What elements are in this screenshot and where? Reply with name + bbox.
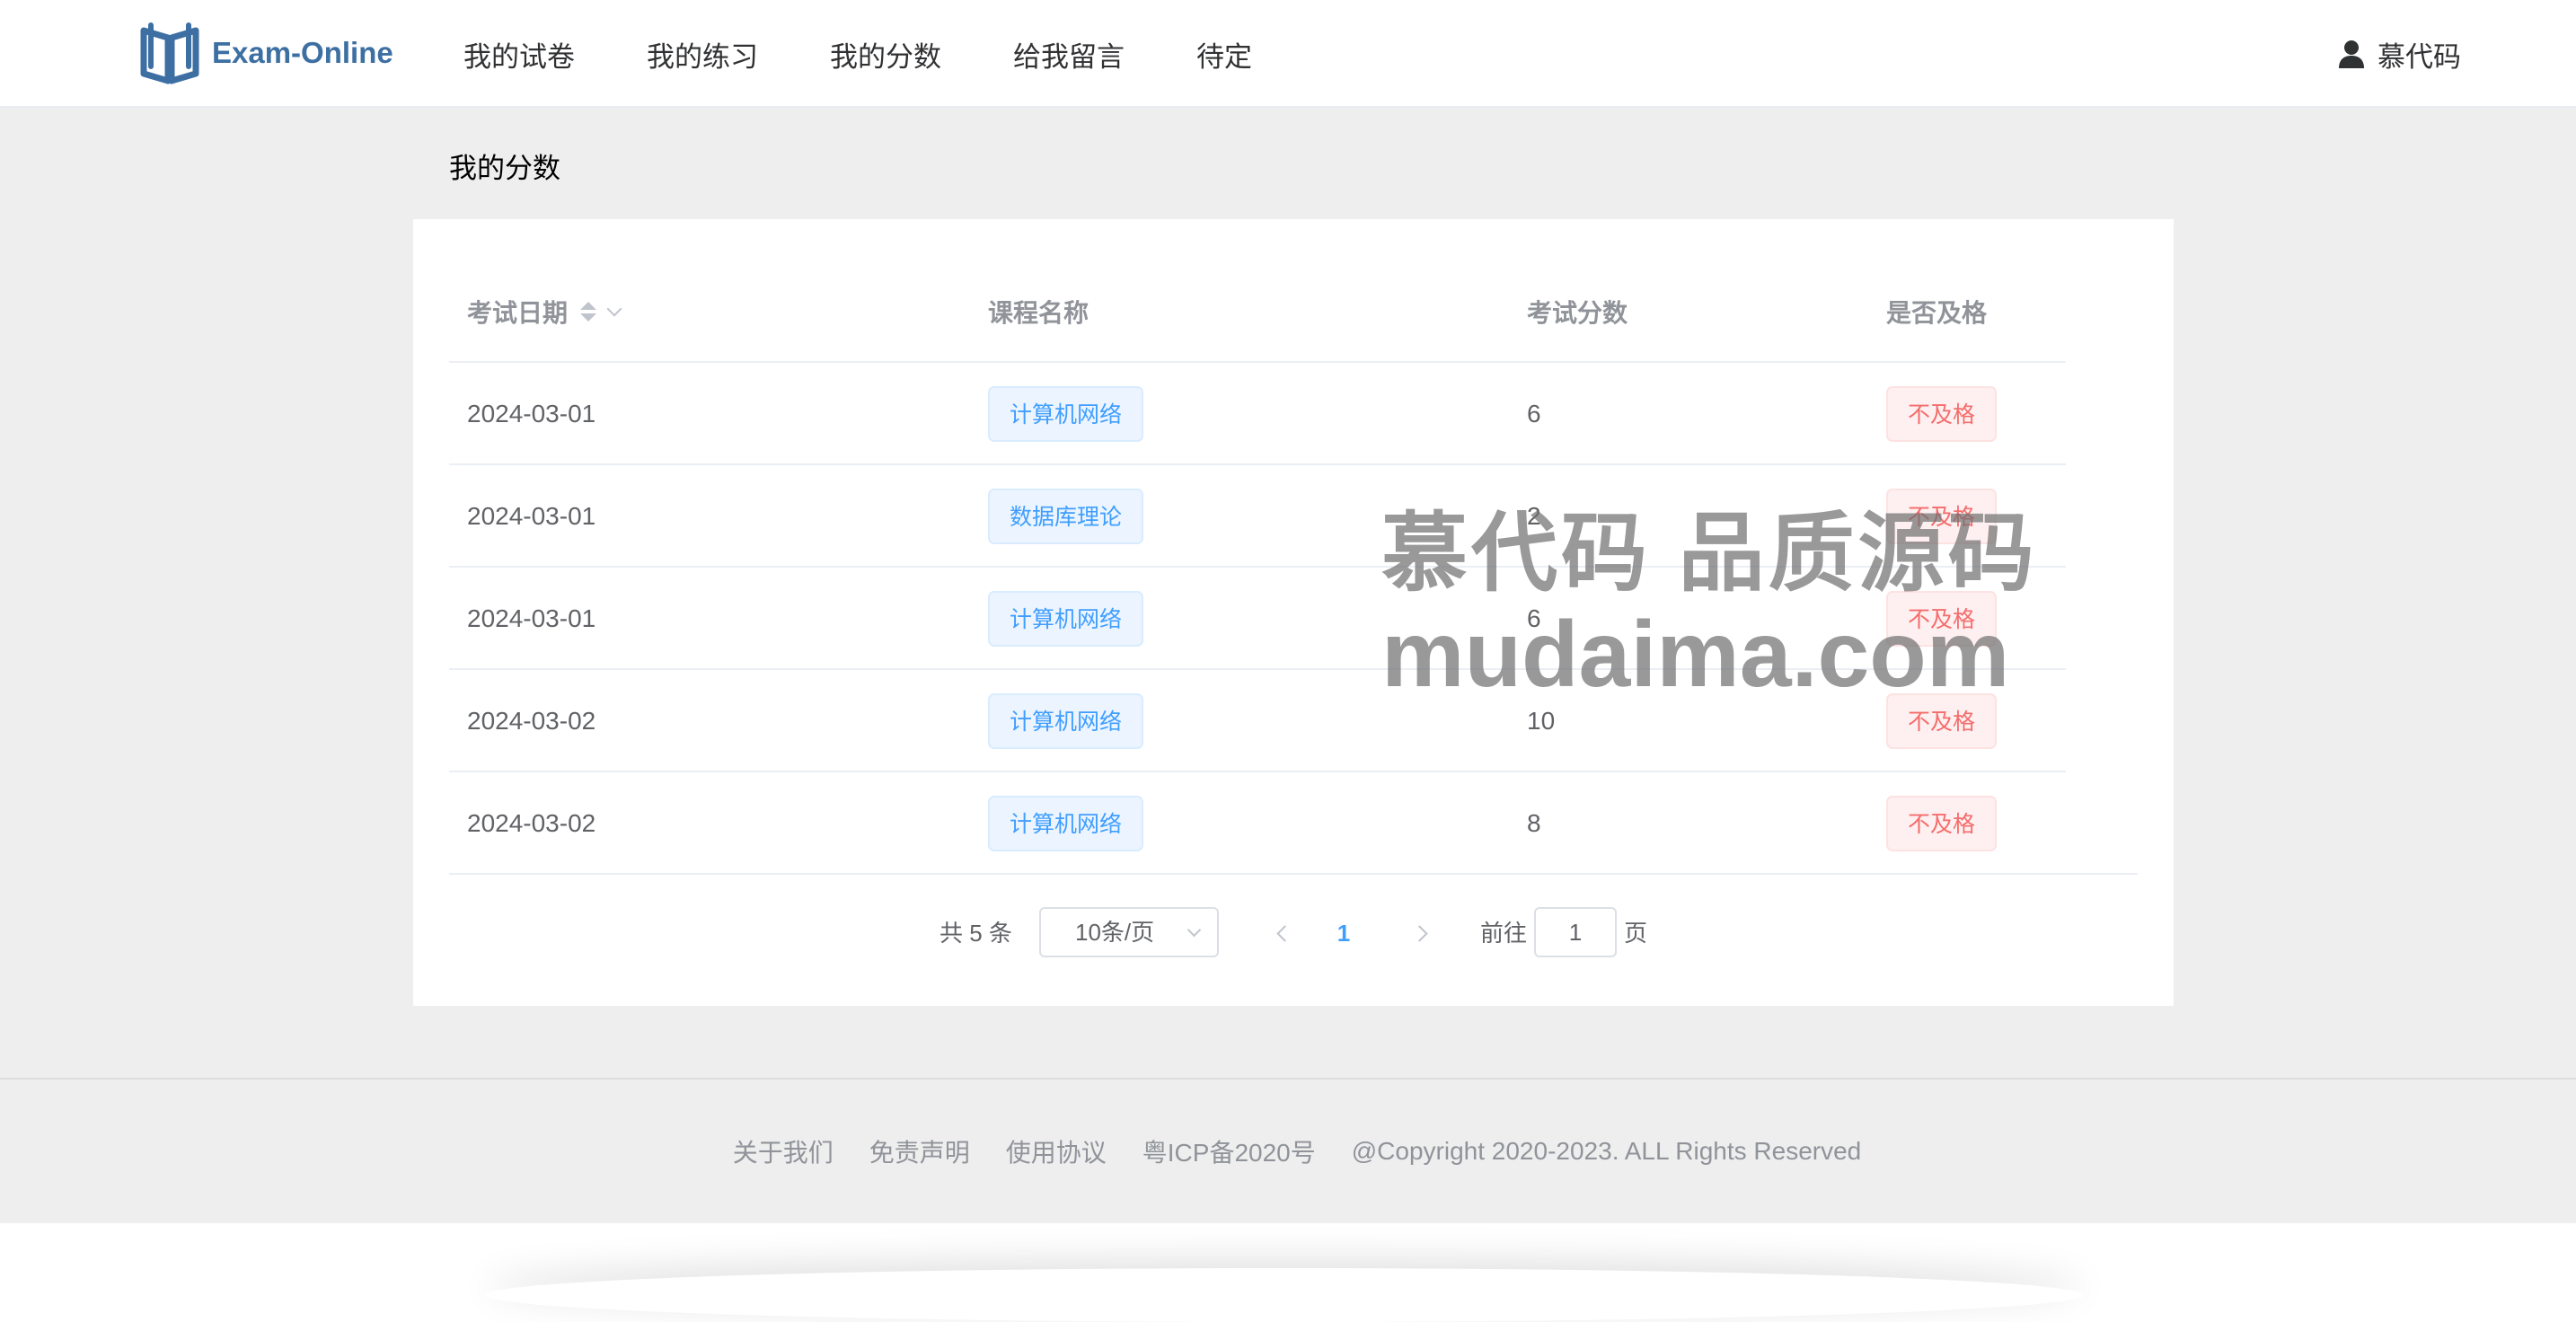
course-tag: 计算机网络 (988, 796, 1144, 851)
main-area: 我的分数 考试日期 课程名称 考试分数 是否及格 2024-03-01 计算机网… (0, 108, 2576, 1078)
footer-link-about[interactable]: 关于我们 (733, 1133, 834, 1169)
nav-item-tbd[interactable]: 待定 (1196, 34, 1252, 75)
cell-score: 8 (1527, 809, 1541, 837)
page-title: 我的分数 (449, 153, 560, 184)
header-score: 考试分数 (1527, 299, 1628, 327)
nav-item-my-practice[interactable]: 我的练习 (647, 34, 758, 75)
course-tag: 数据库理论 (988, 489, 1144, 544)
page-size-select[interactable]: 10条/页 (1039, 907, 1219, 957)
course-tag: 计算机网络 (988, 386, 1144, 442)
footer-links: 关于我们 免责声明 使用协议 粤ICP备2020号 @Copyright 202… (0, 1080, 2576, 1223)
page-number-active[interactable]: 1 (1326, 907, 1362, 959)
cell-date: 2024-03-01 (467, 400, 596, 427)
logo[interactable]: Exam-Online (138, 22, 393, 84)
pass-status-tag: 不及格 (1886, 591, 1998, 647)
table-row: 2024-03-02 计算机网络 10 不及格 (449, 670, 2066, 772)
main-nav: 我的试卷 我的练习 我的分数 给我留言 待定 (463, 0, 1324, 108)
user-name: 慕代码 (2378, 40, 2461, 73)
next-page-button[interactable] (1405, 907, 1441, 959)
nav-item-leave-message[interactable]: 给我留言 (1013, 34, 1125, 75)
page-suffix-label: 页 (1624, 920, 1648, 947)
goto-page-input[interactable]: 1 (1534, 907, 1617, 957)
cell-date: 2024-03-01 (467, 604, 596, 632)
table-row: 2024-03-02 计算机网络 8 不及格 (449, 772, 2138, 875)
course-tag: 计算机网络 (988, 591, 1144, 647)
pagination-total: 共 5 条 (940, 920, 1012, 947)
prev-page-button[interactable] (1265, 907, 1301, 959)
chevron-down-icon (1187, 922, 1202, 938)
cell-date: 2024-03-01 (467, 502, 596, 530)
nav-item-my-scores[interactable]: 我的分数 (830, 34, 941, 75)
bottom-shadow (485, 1268, 2084, 1322)
header-pass: 是否及格 (1886, 299, 1988, 327)
cell-score: 2 (1527, 502, 1541, 530)
cell-score: 6 (1527, 400, 1541, 427)
cell-score: 10 (1527, 707, 1556, 735)
scores-card: 考试日期 课程名称 考试分数 是否及格 2024-03-01 计算机网络 6 不… (413, 219, 2174, 1006)
nav-item-my-papers[interactable]: 我的试卷 (463, 34, 575, 75)
table-row: 2024-03-01 计算机网络 6 不及格 (449, 568, 2066, 670)
table-row: 2024-03-01 计算机网络 6 不及格 (449, 363, 2066, 465)
cell-score: 6 (1527, 604, 1541, 632)
table-header: 考试日期 课程名称 考试分数 是否及格 (449, 260, 2066, 363)
pagination: 共 5 条 10条/页 1 前往 1 页 (413, 907, 2174, 959)
header-exam-date[interactable]: 考试日期 (467, 260, 622, 363)
footer: 关于我们 免责声明 使用协议 粤ICP备2020号 @Copyright 202… (0, 1078, 2576, 1223)
cell-date: 2024-03-02 (467, 809, 596, 837)
footer-link-disclaimer[interactable]: 免责声明 (869, 1133, 970, 1169)
pass-status-tag: 不及格 (1886, 693, 1998, 749)
footer-copyright: @Copyright 2020-2023. ALL Rights Reserve… (1351, 1137, 1862, 1165)
pass-status-tag: 不及格 (1886, 386, 1998, 442)
scores-table: 考试日期 课程名称 考试分数 是否及格 2024-03-01 计算机网络 6 不… (449, 260, 2138, 875)
top-header: Exam-Online 我的试卷 我的练习 我的分数 给我留言 待定 慕代码 (0, 0, 2576, 108)
footer-link-icp[interactable]: 粤ICP备2020号 (1142, 1133, 1316, 1169)
goto-label: 前往 (1480, 920, 1528, 947)
header-course-name: 课程名称 (988, 299, 1090, 327)
pass-status-tag: 不及格 (1886, 489, 1998, 544)
footer-link-terms[interactable]: 使用协议 (1006, 1133, 1107, 1169)
open-book-icon (140, 22, 199, 84)
chevron-down-icon[interactable] (606, 301, 622, 317)
course-tag: 计算机网络 (988, 693, 1144, 749)
pass-status-tag: 不及格 (1886, 796, 1998, 851)
user-icon (2339, 40, 2364, 68)
cell-date: 2024-03-02 (467, 707, 596, 735)
sort-caret-icon[interactable] (580, 302, 597, 322)
table-row: 2024-03-01 数据库理论 2 不及格 (449, 465, 2066, 568)
user-menu[interactable]: 慕代码 (2338, 0, 2461, 108)
logo-text: Exam-Online (212, 36, 393, 69)
